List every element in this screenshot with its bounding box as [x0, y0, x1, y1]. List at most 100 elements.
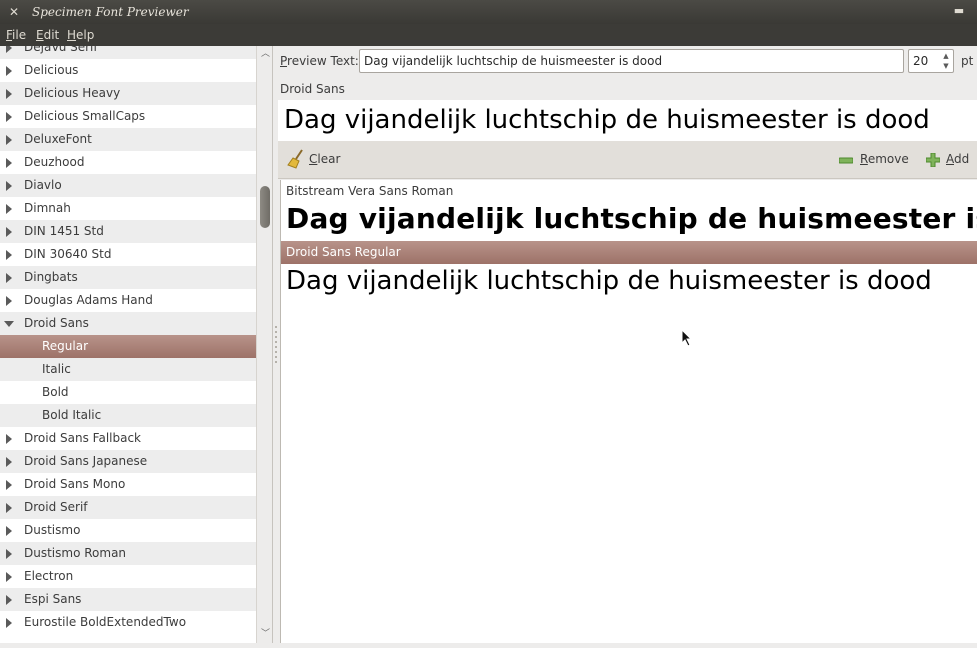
remove-icon[interactable] [839, 154, 853, 166]
tree-font-item[interactable]: Delicious Heavy [0, 82, 256, 105]
mouse-cursor-icon [681, 329, 693, 347]
tree-item-label: Douglas Adams Hand [24, 293, 153, 307]
scroll-thumb[interactable] [260, 186, 270, 228]
compare-sample-text[interactable]: Dag vijandelijk luchtschip de huismeeste… [286, 202, 977, 235]
menu-edit[interactable]: Edit [36, 28, 59, 42]
expander-closed-icon[interactable] [6, 250, 12, 260]
tree-font-item[interactable]: Dingbats [0, 266, 256, 289]
tree-item-label: Bold Italic [42, 408, 102, 422]
expander-closed-icon[interactable] [6, 503, 12, 513]
tree-item-label: Dustismo [24, 523, 81, 537]
expander-closed-icon[interactable] [6, 480, 12, 490]
tree-style-item[interactable]: Regular [0, 335, 256, 358]
tree-item-label: DeluxeFont [24, 132, 92, 146]
expander-closed-icon[interactable] [6, 158, 12, 168]
tree-item-label: Delicious Heavy [24, 86, 121, 100]
expander-closed-icon[interactable] [6, 135, 12, 145]
tree-font-item[interactable]: Dustismo [0, 519, 256, 542]
broom-icon[interactable] [287, 149, 305, 169]
tree-item-label: Diavlo [24, 178, 62, 192]
remove-button[interactable]: Remove [860, 152, 909, 166]
expander-open-icon[interactable] [4, 321, 14, 327]
add-icon[interactable] [926, 153, 940, 167]
add-button[interactable]: Add [946, 152, 969, 166]
tree-style-item[interactable]: Bold [0, 381, 256, 404]
expander-closed-icon[interactable] [6, 181, 12, 191]
tree-font-item[interactable]: Dimnah [0, 197, 256, 220]
tree-font-item[interactable]: Electron [0, 565, 256, 588]
size-value[interactable]: 20 [913, 54, 928, 68]
expander-closed-icon[interactable] [6, 89, 12, 99]
tree-font-item[interactable]: Delicious SmallCaps [0, 105, 256, 128]
tree-scrollbar[interactable]: ︿ ﹀ [256, 46, 272, 643]
tree-font-item[interactable]: Espi Sans [0, 588, 256, 611]
tree-font-item[interactable]: Douglas Adams Hand [0, 289, 256, 312]
expander-closed-icon[interactable] [6, 457, 12, 467]
expander-closed-icon[interactable] [6, 572, 12, 582]
tree-item-label: Dustismo Roman [24, 546, 127, 560]
tree-item-label: Dingbats [24, 270, 78, 284]
expander-closed-icon[interactable] [6, 296, 12, 306]
maximize-icon[interactable]: ▬ [951, 3, 967, 19]
expander-closed-icon[interactable] [6, 618, 12, 628]
tree-item-label: Bold [42, 385, 69, 399]
tree-item-label: DejaVu Serif [24, 46, 98, 54]
compare-font-name[interactable]: Bitstream Vera Sans Roman [286, 184, 453, 198]
tree-font-item[interactable]: Delicious [0, 59, 256, 82]
preview-sample-text: Dag vijandelijk luchtschip de huismeeste… [284, 105, 930, 135]
compare-toolbar: Clear Remove Add [278, 141, 977, 179]
tree-font-item[interactable]: Droid Sans [0, 312, 256, 335]
preview-text-label: Preview Text: [280, 54, 359, 68]
spin-down-icon[interactable]: ▼ [941, 61, 951, 71]
tree-font-item[interactable]: Droid Serif [0, 496, 256, 519]
tree-font-item[interactable]: DIN 30640 Std [0, 243, 256, 266]
tree-item-label: Delicious SmallCaps [24, 109, 146, 123]
tree-style-item[interactable]: Italic [0, 358, 256, 381]
tree-font-item[interactable]: DeluxeFont [0, 128, 256, 151]
tree-font-item[interactable]: Diavlo [0, 174, 256, 197]
expander-closed-icon[interactable] [6, 526, 12, 536]
menu-file[interactable]: File [6, 28, 26, 42]
preview-text-input[interactable]: Dag vijandelijk luchtschip de huismeeste… [359, 49, 904, 73]
menu-bar: File Edit Help [0, 24, 977, 46]
tree-item-label: Dimnah [24, 201, 71, 215]
tree-style-item[interactable]: Bold Italic [0, 404, 256, 427]
tree-font-item[interactable]: DejaVu Serif [0, 46, 256, 59]
expander-closed-icon[interactable] [6, 273, 12, 283]
spin-up-icon[interactable]: ▲ [941, 51, 951, 61]
compare-sample-text[interactable]: Dag vijandelijk luchtschip de huismeeste… [286, 266, 932, 296]
tree-font-item[interactable]: Deuzhood [0, 151, 256, 174]
scroll-up-icon[interactable]: ︿ [261, 50, 270, 59]
tree-font-item[interactable]: Eurostile BoldExtendedTwo [0, 611, 256, 634]
tree-font-item[interactable]: Droid Sans Japanese [0, 450, 256, 473]
menu-help[interactable]: Help [67, 28, 94, 42]
tree-item-label: Delicious [24, 63, 79, 77]
size-spinner[interactable]: 20 ▲ ▼ [908, 49, 954, 73]
tree-font-item[interactable]: Droid Sans Fallback [0, 427, 256, 450]
tree-item-label: Droid Serif [24, 500, 88, 514]
compare-list: Bitstream Vera Sans Roman Dag vijandelij… [280, 180, 977, 643]
expander-closed-icon[interactable] [6, 204, 12, 214]
scroll-down-icon[interactable]: ﹀ [261, 630, 270, 639]
tree-item-label: Deuzhood [24, 155, 85, 169]
expander-closed-icon[interactable] [6, 46, 12, 53]
expander-closed-icon[interactable] [6, 227, 12, 237]
preview-pane: Preview Text: Dag vijandelijk luchtschip… [278, 46, 977, 643]
tree-font-item[interactable]: Droid Sans Mono [0, 473, 256, 496]
tree-font-item[interactable]: Dustismo Roman [0, 542, 256, 565]
compare-font-name: Droid Sans Regular [286, 245, 401, 259]
tree-font-item[interactable]: DIN 1451 Std [0, 220, 256, 243]
tree-item-label: Regular [42, 339, 89, 353]
font-tree: DejaVu Serif Delicious Delicious Heavy Deli… [0, 46, 256, 643]
expander-closed-icon[interactable] [6, 549, 12, 559]
expander-closed-icon[interactable] [6, 434, 12, 444]
clear-button[interactable]: Clear [309, 152, 340, 166]
compare-item-selected[interactable]: Droid Sans Regular [281, 241, 977, 264]
current-font-name: Droid Sans [280, 82, 345, 96]
close-icon[interactable]: ✕ [6, 4, 22, 20]
title-bar: ✕ Specimen Font Previewer ▬ [0, 0, 977, 24]
expander-closed-icon[interactable] [6, 595, 12, 605]
expander-closed-icon[interactable] [6, 112, 12, 122]
window-title: Specimen Font Previewer [32, 5, 189, 19]
expander-closed-icon[interactable] [6, 66, 12, 76]
